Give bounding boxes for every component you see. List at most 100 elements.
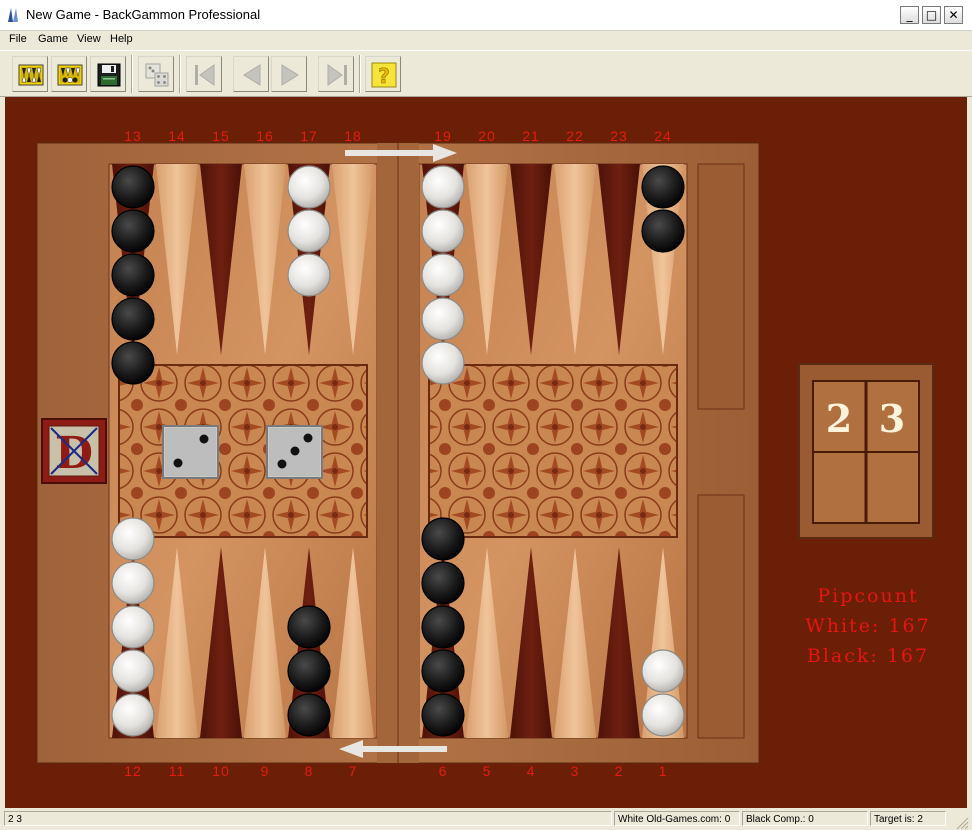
point-number-1: 1 [658, 763, 668, 779]
black-checker[interactable] [111, 341, 155, 385]
roll-dice-button[interactable] [138, 56, 174, 92]
black-checker[interactable] [111, 253, 155, 297]
pipcount-white: White: 167 [805, 615, 931, 637]
status-white-score: White Old-Games.com: 0 [614, 811, 740, 826]
white-checker[interactable] [111, 517, 155, 561]
open-game-icon [57, 64, 83, 86]
point-number-6: 6 [438, 763, 448, 779]
point-number-7: 7 [348, 763, 358, 779]
white-checker[interactable] [421, 165, 465, 209]
black-checker[interactable] [421, 561, 465, 605]
first-icon [195, 64, 215, 86]
doubling-cube[interactable]: D [41, 418, 107, 484]
white-checker[interactable] [287, 165, 331, 209]
point-number-14: 14 [168, 128, 186, 144]
point-number-18: 18 [344, 128, 362, 144]
point-number-22: 22 [566, 128, 584, 144]
first-move-button[interactable] [186, 56, 222, 92]
point-number-24: 24 [654, 128, 672, 144]
toolbar-separator [131, 55, 133, 93]
white-checker[interactable] [287, 209, 331, 253]
menu-help[interactable]: Help [110, 33, 133, 45]
white-checker[interactable] [421, 297, 465, 341]
menu-bar: File Game View Help [0, 31, 972, 50]
black-checker[interactable] [641, 209, 685, 253]
new-game-button[interactable] [12, 56, 48, 92]
point-number-9: 9 [260, 763, 270, 779]
point-number-20: 20 [478, 128, 496, 144]
white-checker[interactable] [641, 693, 685, 737]
point-number-13: 13 [124, 128, 142, 144]
white-checker[interactable] [421, 209, 465, 253]
status-bar: 2 3 White Old-Games.com: 0 Black Comp.: … [0, 808, 972, 830]
point-number-10: 10 [212, 763, 230, 779]
next-move-button[interactable] [271, 56, 307, 92]
point-number-15: 15 [212, 128, 230, 144]
toolbar: ? [0, 50, 972, 97]
white-checker[interactable] [111, 649, 155, 693]
toolbar-separator [359, 55, 361, 93]
status-black-score: Black Comp.: 0 [742, 811, 868, 826]
white-checker[interactable] [641, 649, 685, 693]
backgammon-board[interactable]: D 2 3 [5, 97, 967, 808]
svg-text:?: ? [378, 64, 390, 88]
menu-file[interactable]: File [9, 33, 27, 45]
save-button[interactable] [90, 56, 126, 92]
die-right [266, 425, 323, 479]
next-icon [281, 64, 299, 86]
last-icon [327, 64, 347, 86]
point-number-8: 8 [304, 763, 314, 779]
dice-icon [145, 63, 169, 87]
side-die-2: 3 [879, 396, 905, 441]
last-move-button[interactable] [318, 56, 354, 92]
black-checker[interactable] [111, 209, 155, 253]
black-checker[interactable] [421, 517, 465, 561]
point-number-19: 19 [434, 128, 452, 144]
point-number-21: 21 [522, 128, 540, 144]
menu-view[interactable]: View [77, 33, 101, 45]
help-button[interactable]: ? [365, 56, 401, 92]
black-checker[interactable] [287, 693, 331, 737]
doubling-cube-label: D [55, 428, 93, 479]
status-target: Target is: 2 [870, 811, 946, 826]
die-left [162, 425, 219, 479]
question-icon: ? [371, 62, 397, 88]
game-area: D 2 3 13 14 15 16 17 18 19 20 21 22 23 24 12 11 10 9 8 7… [5, 97, 967, 808]
white-checker[interactable] [111, 605, 155, 649]
white-checker[interactable] [421, 341, 465, 385]
black-checker[interactable] [287, 605, 331, 649]
maximize-button[interactable]: □ [922, 6, 941, 24]
black-checker[interactable] [421, 693, 465, 737]
side-dice-panel: 2 3 [798, 363, 934, 539]
previous-move-button[interactable] [233, 56, 269, 92]
menu-game[interactable]: Game [38, 33, 68, 45]
point-number-23: 23 [610, 128, 628, 144]
point-number-17: 17 [300, 128, 318, 144]
black-checker[interactable] [287, 649, 331, 693]
side-die-1: 2 [826, 396, 852, 441]
black-checker[interactable] [111, 297, 155, 341]
black-checker[interactable] [421, 605, 465, 649]
toolbar-separator [179, 55, 181, 93]
black-checker[interactable] [111, 165, 155, 209]
black-checker[interactable] [421, 649, 465, 693]
point-number-3: 3 [570, 763, 580, 779]
new-game-icon [18, 64, 44, 86]
white-checker[interactable] [111, 561, 155, 605]
point-number-4: 4 [526, 763, 536, 779]
previous-icon [243, 64, 261, 86]
pipcount-title: Pipcount [817, 585, 919, 607]
black-checker[interactable] [641, 165, 685, 209]
resize-grip-icon[interactable] [955, 816, 969, 830]
point-number-5: 5 [482, 763, 492, 779]
close-button[interactable]: ✕ [944, 6, 963, 24]
white-checker[interactable] [287, 253, 331, 297]
app-icon [8, 8, 18, 22]
minimize-button[interactable]: _ [900, 6, 919, 24]
white-checker[interactable] [111, 693, 155, 737]
open-game-button[interactable] [51, 56, 87, 92]
floppy-disk-icon [97, 63, 121, 87]
status-dice: 2 3 [4, 811, 612, 826]
white-checker[interactable] [421, 253, 465, 297]
point-number-16: 16 [256, 128, 274, 144]
